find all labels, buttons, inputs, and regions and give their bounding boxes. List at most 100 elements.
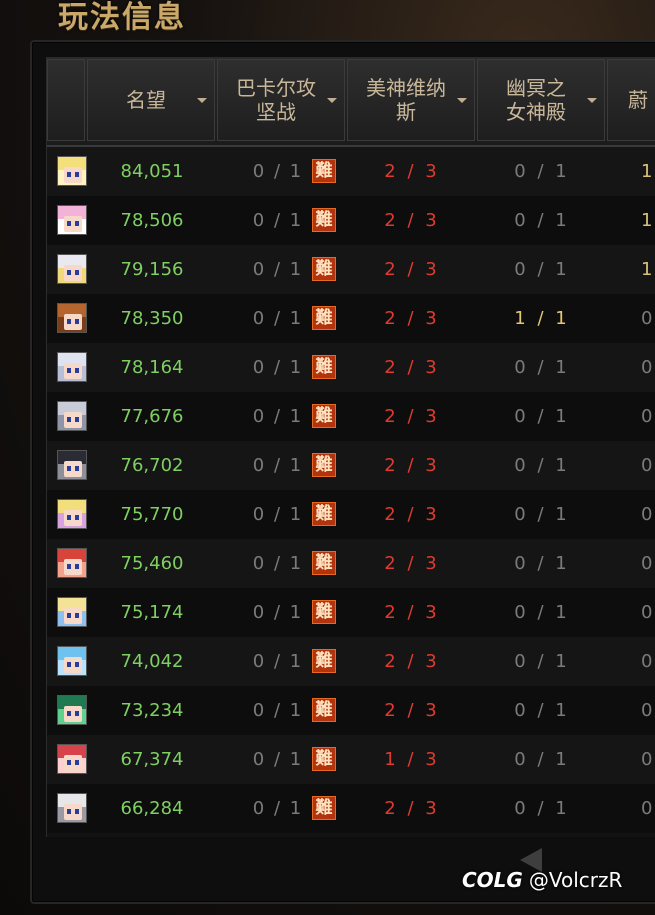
- table-row[interactable]: 77,676 0 / 1 難 2 / 3 0 / 1 0: [47, 392, 655, 441]
- venus-progress: 2 / 3: [384, 553, 440, 574]
- table-row[interactable]: 78,350 0 / 1 難 2 / 3 1 / 1 0: [47, 294, 655, 343]
- fame-value: 77,676: [120, 406, 184, 427]
- hard-mode-badge-icon: 難: [312, 649, 336, 673]
- hard-mode-badge-icon: 難: [312, 600, 336, 624]
- column-5-value: 0: [641, 651, 653, 672]
- silver-hair-character-avatar[interactable]: [57, 352, 87, 382]
- dark-helmet-character-avatar[interactable]: [57, 450, 87, 480]
- column-5-value: 1: [641, 210, 653, 231]
- header-goddess-temple[interactable]: 幽冥之 女神殿: [477, 59, 605, 141]
- column-5-value: 0: [641, 406, 653, 427]
- table-row[interactable]: 79,156 0 / 1 難 2 / 3 0 / 1 1: [47, 245, 655, 294]
- fame-value: 78,350: [120, 308, 184, 329]
- goddess-temple-progress: 1 / 1: [514, 308, 570, 329]
- header-fame-label: 名望: [126, 88, 166, 112]
- venus-progress: 2 / 3: [384, 357, 440, 378]
- column-5-value: 0: [641, 602, 653, 623]
- white-spiky-character-avatar[interactable]: [57, 793, 87, 823]
- header-column-5[interactable]: 蔚: [607, 59, 655, 141]
- table-row[interactable]: 76,702 0 / 1 難 2 / 3 0 / 1 0: [47, 441, 655, 490]
- bakal-progress: 0 / 1: [252, 602, 304, 623]
- bakal-progress: 0 / 1: [252, 651, 304, 672]
- header-col5-label: 蔚: [628, 88, 648, 112]
- column-5-value: 0: [641, 504, 653, 525]
- grey-hair-character-avatar[interactable]: [57, 401, 87, 431]
- goddess-temple-progress: 0 / 1: [514, 406, 570, 427]
- goddess-temple-progress: 0 / 1: [514, 259, 570, 280]
- watermark: COLG @VolcrzR: [462, 868, 622, 892]
- table-row[interactable]: 74,042 0 / 1 難 2 / 3 0 / 1 0: [47, 637, 655, 686]
- bakal-progress: 0 / 1: [252, 553, 304, 574]
- goddess-temple-progress: 0 / 1: [514, 749, 570, 770]
- venus-progress: 2 / 3: [384, 259, 440, 280]
- bakal-progress: 0 / 1: [252, 700, 304, 721]
- bakal-progress: 0 / 1: [252, 798, 304, 819]
- venus-progress: 2 / 3: [384, 700, 440, 721]
- venus-progress: 2 / 3: [384, 161, 440, 182]
- green-creature-character-avatar[interactable]: [57, 695, 87, 725]
- sort-arrow-icon: [587, 98, 597, 103]
- venus-progress: 2 / 3: [384, 308, 440, 329]
- goddess-temple-progress: 0 / 1: [514, 651, 570, 672]
- table-row[interactable]: 75,174 0 / 1 難 2 / 3 0 / 1 0: [47, 588, 655, 637]
- venus-progress: 2 / 3: [384, 602, 440, 623]
- fame-value: 66,284: [120, 798, 184, 819]
- venus-progress: 2 / 3: [384, 798, 440, 819]
- table-row[interactable]: 84,051 0 / 1 難 2 / 3 0 / 1 1: [47, 147, 655, 196]
- red-mask-character-avatar[interactable]: [57, 548, 87, 578]
- header-fame[interactable]: 名望: [87, 59, 215, 141]
- header-venus[interactable]: 美神维纳 斯: [347, 59, 475, 141]
- goddess-temple-progress: 0 / 1: [514, 357, 570, 378]
- goddess-temple-progress: 0 / 1: [514, 161, 570, 182]
- column-5-value: 0: [641, 357, 653, 378]
- column-5-value: 0: [641, 553, 653, 574]
- watermark-handle: @VolcrzR: [528, 868, 623, 892]
- column-5-value: 0: [641, 455, 653, 476]
- bakal-progress: 0 / 1: [252, 210, 304, 231]
- fame-value: 75,770: [120, 504, 184, 525]
- hard-mode-badge-icon: 難: [312, 159, 336, 183]
- table-row[interactable]: 78,506 0 / 1 難 2 / 3 0 / 1 1: [47, 196, 655, 245]
- fame-value: 78,506: [120, 210, 184, 231]
- blonde-girl-character-avatar[interactable]: [57, 499, 87, 529]
- fame-value: 79,156: [120, 259, 184, 280]
- page-title: 玩法信息: [58, 0, 186, 35]
- hard-mode-badge-icon: 難: [312, 404, 336, 428]
- table-row[interactable]: 78,164 0 / 1 難 2 / 3 0 / 1 0: [47, 343, 655, 392]
- hard-mode-badge-icon: 難: [312, 747, 336, 771]
- table-row[interactable]: 75,460 0 / 1 難 2 / 3 0 / 1 0: [47, 539, 655, 588]
- brown-hair-character-avatar[interactable]: [57, 303, 87, 333]
- table-row[interactable]: 66,284 0 / 1 難 2 / 3 0 / 1 0: [47, 784, 655, 833]
- dungeon-table: 名望 巴卡尔攻 坚战 美神维纳 斯 幽冥之 女神殿 蔚 84,051 0 / 1…: [46, 57, 655, 837]
- blonde-character-avatar[interactable]: [57, 156, 87, 186]
- venus-progress: 2 / 3: [384, 406, 440, 427]
- blue-hair-character-avatar[interactable]: [57, 646, 87, 676]
- goddess-temple-progress: 0 / 1: [514, 798, 570, 819]
- fame-value: 73,234: [120, 700, 184, 721]
- table-row[interactable]: 67,374 0 / 1 難 1 / 3 0 / 1 0: [47, 735, 655, 784]
- venus-progress: 2 / 3: [384, 455, 440, 476]
- table-row[interactable]: 73,234 0 / 1 難 2 / 3 0 / 1 0: [47, 686, 655, 735]
- fame-value: 78,164: [120, 357, 184, 378]
- hard-mode-badge-icon: 難: [312, 257, 336, 281]
- fame-value: 74,042: [120, 651, 184, 672]
- fame-value: 67,374: [120, 749, 184, 770]
- column-5-value: 0: [641, 308, 653, 329]
- hard-mode-badge-icon: 難: [312, 208, 336, 232]
- hard-mode-badge-icon: 難: [312, 355, 336, 379]
- red-monster-character-avatar[interactable]: [57, 744, 87, 774]
- goddess-temple-progress: 0 / 1: [514, 455, 570, 476]
- goddess-temple-progress: 0 / 1: [514, 553, 570, 574]
- column-5-value: 1: [641, 259, 653, 280]
- white-hair-character-avatar[interactable]: [57, 254, 87, 284]
- hard-mode-badge-icon: 難: [312, 502, 336, 526]
- header-bakal[interactable]: 巴卡尔攻 坚战: [217, 59, 345, 141]
- column-5-value: 1: [641, 161, 653, 182]
- goddess-temple-progress: 0 / 1: [514, 210, 570, 231]
- header-avatar-column: [47, 59, 85, 141]
- header-goddess-label: 幽冥之 女神殿: [506, 76, 566, 124]
- header-venus-label: 美神维纳 斯: [366, 76, 446, 124]
- blonde-blue-character-avatar[interactable]: [57, 597, 87, 627]
- table-row[interactable]: 75,770 0 / 1 難 2 / 3 0 / 1 0: [47, 490, 655, 539]
- pink-hair-character-avatar[interactable]: [57, 205, 87, 235]
